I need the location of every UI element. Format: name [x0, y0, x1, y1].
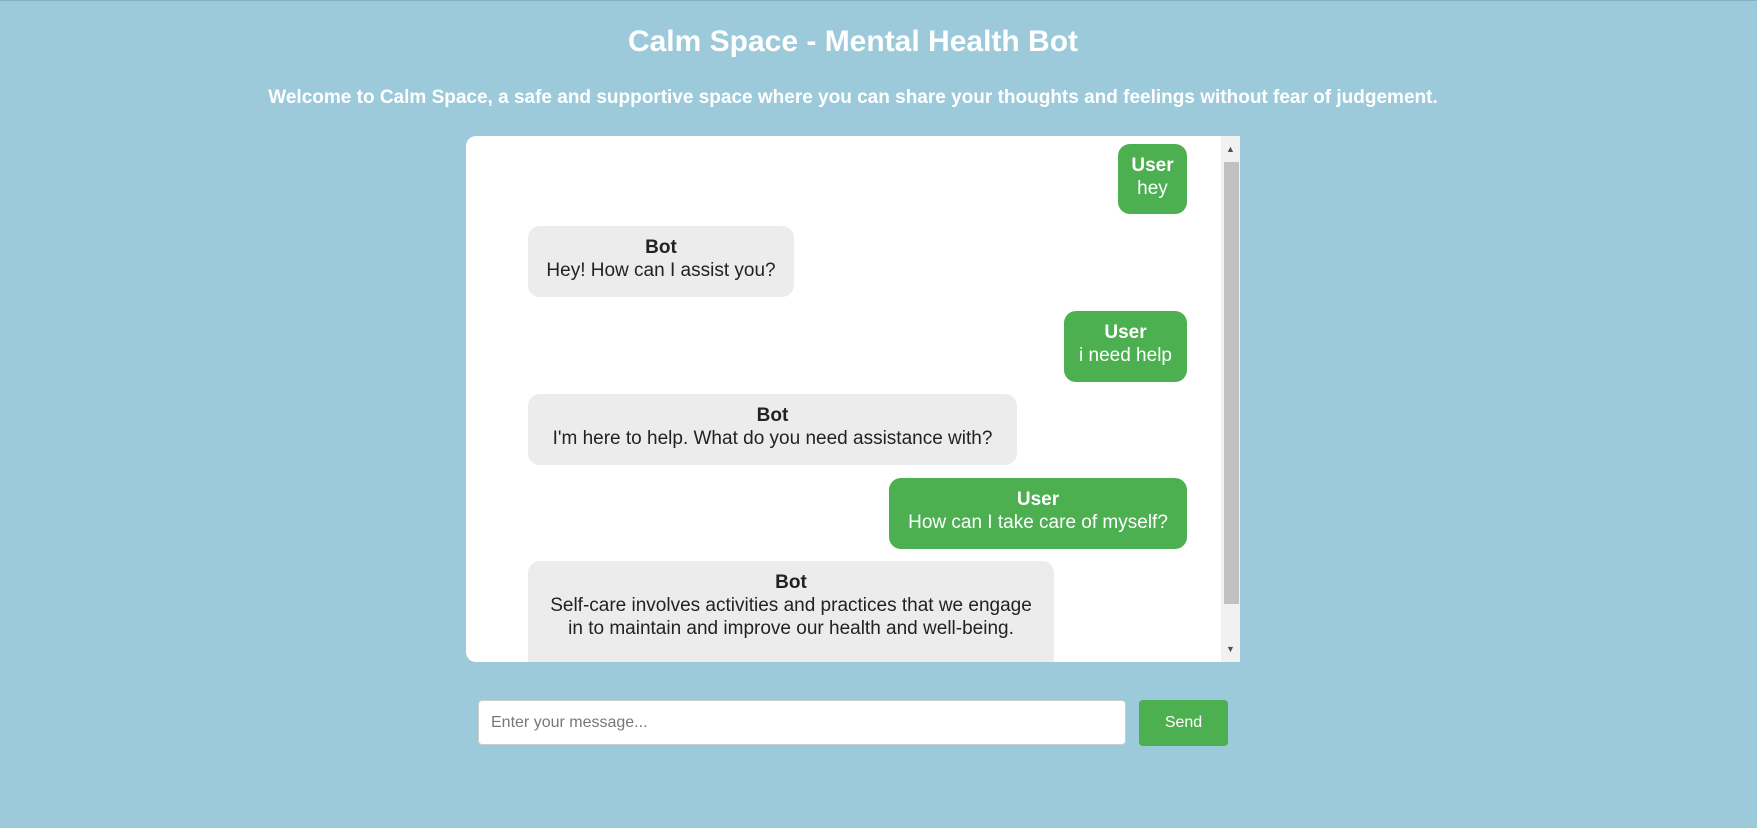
message-composer: Send: [478, 699, 1228, 746]
message-text: hey: [1137, 178, 1168, 199]
bot-message: Bot Self-care involves activities and pr…: [528, 561, 1054, 662]
message-sender: Bot: [756, 405, 789, 426]
scroll-down-arrow-icon[interactable]: ▼: [1221, 636, 1240, 662]
bot-message: Bot Hey! How can I assist you?: [528, 226, 794, 297]
scroll-thumb[interactable]: [1224, 162, 1239, 604]
message-sender: User: [1104, 322, 1147, 343]
message-sender: User: [1016, 489, 1060, 510]
page: Calm Space - Mental Health Bot Welcome t…: [0, 0, 1757, 828]
page-subtitle: Welcome to Calm Space, a safe and suppor…: [268, 87, 1438, 108]
page-title: Calm Space - Mental Health Bot: [627, 25, 1079, 58]
chat-scrollbar[interactable]: ▲ ▼: [1221, 136, 1240, 662]
message-text: Self-care involves activities and practi…: [550, 595, 1032, 639]
message-text: i need help: [1079, 345, 1172, 366]
message-input[interactable]: [478, 700, 1126, 745]
message-text: Hey! How can I assist you?: [546, 260, 776, 281]
message-list: User hey Bot Hey! How can I assist you? …: [466, 136, 1221, 662]
user-message: User How can I take care of myself?: [889, 478, 1187, 549]
user-message: User hey: [1118, 144, 1187, 214]
chat-box[interactable]: User hey Bot Hey! How can I assist you? …: [466, 136, 1240, 662]
user-message: User i need help: [1064, 311, 1187, 382]
message-sender: User: [1131, 155, 1174, 176]
send-button[interactable]: Send: [1139, 700, 1228, 746]
message-text: I'm here to help. What do you need assis…: [552, 428, 993, 449]
message-text: How can I take care of myself?: [908, 512, 1168, 533]
message-sender: Bot: [775, 572, 807, 593]
scroll-up-arrow-icon[interactable]: ▲: [1221, 136, 1240, 162]
bot-message: Bot I'm here to help. What do you need a…: [528, 394, 1017, 465]
message-sender: Bot: [645, 237, 677, 258]
